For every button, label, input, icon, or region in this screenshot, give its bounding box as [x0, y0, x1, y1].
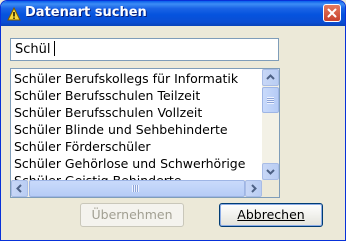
- result-list[interactable]: Schüler Berufskollegs für Informatik Sch…: [10, 68, 280, 198]
- horizontal-scrollbar[interactable]: [11, 180, 262, 197]
- list-item[interactable]: Schüler Gehörlose und Schwerhörige: [14, 155, 262, 172]
- grip-icon: [267, 97, 274, 104]
- list-item[interactable]: Schüler Berufsschulen Teilzeit: [14, 87, 262, 104]
- warning-icon: [7, 6, 21, 21]
- list-item[interactable]: Schüler Blinde und Sehbehinderte: [14, 121, 262, 138]
- close-button[interactable]: [323, 4, 341, 22]
- list-item[interactable]: Schüler Berufskollegs für Informatik: [14, 70, 262, 87]
- chevron-down-icon: [266, 169, 275, 175]
- dialog-window: Datenart suchen Schüler Berufskollegs fü…: [0, 0, 346, 241]
- list-item[interactable]: Schüler Berufsschulen Vollzeit: [14, 104, 262, 121]
- scroll-up-button[interactable]: [262, 69, 279, 86]
- chevron-right-icon: [251, 184, 257, 193]
- scroll-right-button[interactable]: [245, 180, 262, 197]
- horizontal-scroll-thumb[interactable]: [29, 180, 245, 197]
- scroll-left-button[interactable]: [11, 180, 28, 197]
- scrollbar-corner: [262, 180, 279, 197]
- ok-button[interactable]: Übernehmen: [80, 203, 184, 227]
- scroll-down-button[interactable]: [262, 163, 279, 180]
- dialog-content: Schüler Berufskollegs für Informatik Sch…: [4, 26, 342, 238]
- vertical-scroll-thumb[interactable]: [262, 87, 279, 113]
- chevron-up-icon: [266, 74, 275, 80]
- search-input[interactable]: [10, 38, 279, 61]
- grip-icon: [132, 185, 139, 192]
- text-cursor: [54, 41, 55, 56]
- window-title: Datenart suchen: [25, 5, 147, 20]
- cancel-button[interactable]: Abbrechen: [219, 203, 323, 227]
- title-bar[interactable]: Datenart suchen: [1, 1, 345, 26]
- list-item[interactable]: Schüler Förderschüler: [14, 138, 262, 155]
- close-icon: [327, 8, 337, 18]
- chevron-left-icon: [16, 184, 22, 193]
- cancel-button-label: Abbrechen: [237, 207, 305, 222]
- vertical-scrollbar[interactable]: [262, 69, 279, 180]
